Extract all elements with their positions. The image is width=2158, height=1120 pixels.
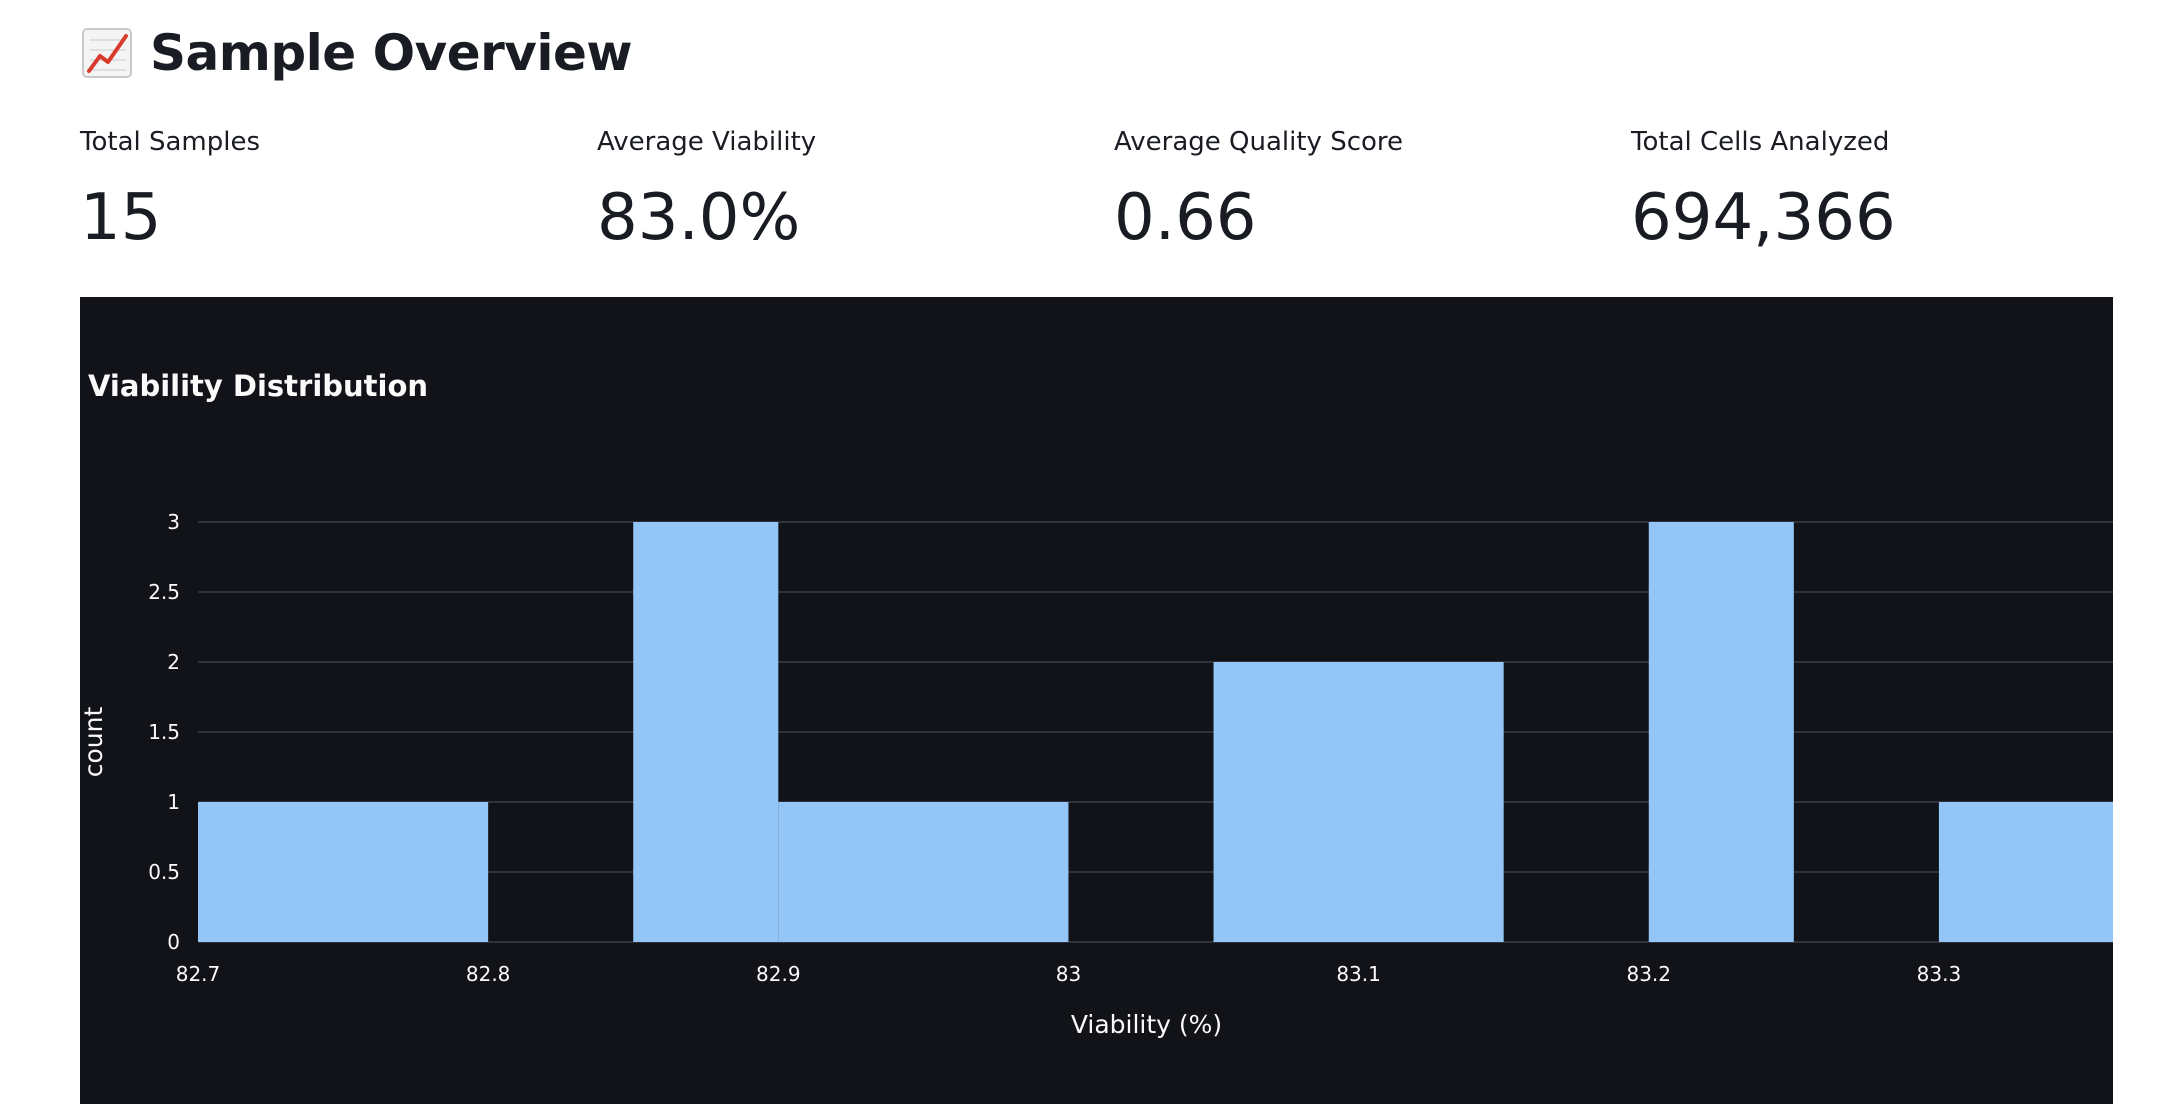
page-header: Sample Overview: [80, 18, 633, 88]
histogram-bar[interactable]: [778, 802, 1069, 942]
x-tick-label: 82.9: [756, 962, 801, 986]
x-tick-label: 83: [1056, 962, 1081, 986]
viability-chart-panel[interactable]: 0 0.5 1 1.5 2 2.5 3 82.7 82.8 82.9 83 83.1 83.2 83.3 V…: [80, 297, 2113, 1104]
metric-average-quality-score: Average Quality Score 0.66: [1114, 124, 1594, 258]
metric-value: 83.0%: [597, 181, 801, 255]
y-tick-label: 2.5: [148, 580, 180, 604]
chart-title: Viability Distribution: [88, 369, 429, 403]
histogram-bar[interactable]: [198, 802, 489, 942]
y-tick-label: 0: [167, 930, 180, 954]
page-title: Sample Overview: [150, 24, 633, 82]
metric-label: Total Samples: [80, 127, 261, 157]
x-tick-label: 83.1: [1336, 962, 1381, 986]
y-tick-label: 1: [167, 790, 180, 814]
metric-label: Average Quality Score: [1114, 127, 1404, 157]
x-tick-label: 82.8: [466, 962, 511, 986]
y-tick-label: 1.5: [148, 720, 180, 744]
x-tick-label: 82.7: [176, 962, 221, 986]
metric-label: Total Cells Analyzed: [1631, 127, 1890, 157]
x-tick-label: 83.2: [1626, 962, 1671, 986]
metric-value: 0.66: [1114, 181, 1257, 255]
metric-value: 694,366: [1631, 181, 1896, 255]
y-tick-label: 2: [167, 650, 180, 674]
x-tick-label: 83.3: [1917, 962, 1962, 986]
histogram-bar[interactable]: [1648, 522, 1794, 942]
y-tick-label: 0.5: [148, 860, 180, 884]
y-axis-title: count: [80, 707, 108, 778]
metric-total-cells-analyzed: Total Cells Analyzed 694,366: [1631, 124, 2111, 258]
metric-total-samples: Total Samples 15: [80, 124, 560, 258]
y-tick-label: 3: [167, 510, 180, 534]
metric-label: Average Viability: [597, 127, 817, 157]
x-axis-title: Viability (%): [1071, 1010, 1222, 1039]
histogram-bar[interactable]: [1213, 662, 1504, 942]
viability-histogram[interactable]: 0 0.5 1 1.5 2 2.5 3 82.7 82.8 82.9 83 83.1 83.2 83.3 V…: [80, 297, 2113, 1104]
metric-average-viability: Average Viability 83.0%: [597, 124, 1077, 258]
chart-increasing-icon: [82, 28, 132, 78]
histogram-bar[interactable]: [1938, 802, 2113, 942]
histogram-bar[interactable]: [633, 522, 779, 942]
metric-value: 15: [80, 181, 162, 255]
